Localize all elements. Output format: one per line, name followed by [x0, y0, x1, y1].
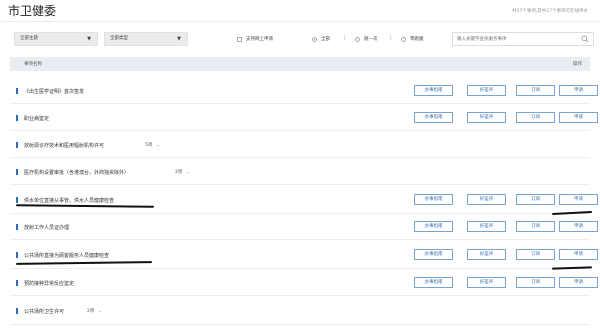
guide-button[interactable]: 办事指南: [414, 112, 453, 123]
table-row: 放射源诊疗技术和医用辐射机构许可 5项 ⌄: [10, 131, 590, 158]
type-select[interactable]: 全部类型 ▼: [104, 32, 188, 46]
table-row: 放射工作人员证办理 办事指南 好差评 订阅 申请: [10, 214, 598, 240]
online-apply-label: 支持网上申请: [246, 36, 273, 42]
theme-select-value: 全部主题: [20, 36, 38, 41]
table-row: 《出生医学证明》首次签发 办事指南 好差评 订阅 申请: [10, 77, 598, 104]
sub-item-count-toggle[interactable]: 2项 ⌄: [87, 307, 102, 316]
row-marker: [16, 308, 18, 314]
table-row: 医疗机构设置审批（含港澳台，外商独资除外） 2项 ⌄: [10, 158, 590, 185]
service-name[interactable]: 放射工作人员证办理: [24, 224, 69, 231]
column-header-name: 事项名称: [24, 62, 42, 67]
row-marker: [16, 169, 18, 175]
table-row: 供水单位直接从事管、供水人员健康检查 办事指南 好差评 订阅 申请: [10, 185, 598, 214]
page-header: 市卫健委 共27个事项,其中27个事项可在线申办: [0, 0, 600, 22]
sub-item-count: 5项: [145, 142, 153, 148]
row-marker: [16, 88, 18, 94]
divider: |: [344, 35, 346, 41]
radio-once[interactable]: [355, 37, 360, 42]
online-apply-checkbox[interactable]: [237, 37, 242, 42]
service-name[interactable]: 供水单位直接从事管、供水人员健康检查: [24, 197, 114, 204]
guide-button[interactable]: 办事指南: [414, 85, 453, 96]
column-header-action: 操作: [573, 62, 582, 67]
radio-all[interactable]: [312, 37, 317, 42]
rating-button[interactable]: 好差评: [467, 194, 506, 205]
apply-button[interactable]: 申请: [559, 194, 598, 205]
subscribe-button[interactable]: 订阅: [516, 85, 555, 96]
guide-button[interactable]: 办事指南: [414, 194, 453, 205]
apply-button[interactable]: 申请: [559, 277, 598, 288]
subscribe-button[interactable]: 订阅: [516, 249, 555, 260]
subscribe-button[interactable]: 订阅: [516, 194, 555, 205]
divider: |: [390, 35, 392, 41]
chevron-down-icon: ▼: [87, 36, 91, 42]
table-row: 公共场所直接为顾客服务人员健康检查 办事指南 好差评 订阅 申请: [10, 240, 598, 269]
radio-zero[interactable]: [401, 37, 406, 42]
apply-button[interactable]: 申请: [559, 221, 598, 232]
radio-once-label: 跑一次: [364, 36, 378, 42]
rating-button[interactable]: 好差评: [467, 249, 506, 260]
apply-button[interactable]: 申请: [559, 85, 598, 96]
search-box: [452, 32, 594, 46]
sub-item-count-toggle[interactable]: 5项 ⌄: [145, 141, 160, 150]
row-marker: [16, 197, 18, 203]
service-name[interactable]: 公共场所卫生许可: [24, 308, 64, 315]
sub-item-count: 2项: [87, 308, 95, 314]
subscribe-button[interactable]: 订阅: [516, 221, 555, 232]
rating-button[interactable]: 好差评: [467, 221, 506, 232]
service-name[interactable]: 预防接种异常反应鉴定: [24, 280, 74, 287]
item-count-text: 共27个事项,其中27个事项可在线申办: [512, 9, 588, 14]
radio-all-label: 全部: [321, 36, 330, 42]
service-name[interactable]: 职业病鉴定: [24, 115, 49, 122]
chevron-down-icon: ▼: [177, 36, 181, 42]
radio-zero-label: 零跑腿: [410, 36, 424, 42]
rating-button[interactable]: 好差评: [467, 277, 506, 288]
rating-button[interactable]: 好差评: [467, 112, 506, 123]
service-name[interactable]: 医疗机构设置审批（含港澳台，外商独资除外）: [24, 169, 129, 176]
apply-button[interactable]: 申请: [559, 112, 598, 123]
guide-button[interactable]: 办事指南: [414, 277, 453, 288]
type-select-value: 全部类型: [110, 36, 128, 41]
table-header: 事项名称 操作: [10, 57, 590, 71]
subscribe-button[interactable]: 订阅: [516, 112, 555, 123]
page-title: 市卫健委: [8, 4, 57, 18]
rating-button[interactable]: 好差评: [467, 85, 506, 96]
guide-button[interactable]: 办事指南: [414, 221, 453, 232]
subscribe-button[interactable]: 订阅: [516, 277, 555, 288]
sub-item-count: 2项: [175, 169, 183, 175]
chevron-down-icon: ⌄: [98, 308, 103, 314]
theme-select[interactable]: 全部主题 ▼: [14, 32, 98, 46]
table-row: 公共场所卫生许可 2项 ⌄: [10, 296, 590, 325]
service-name[interactable]: 公共场所直接为顾客服务人员健康检查: [24, 252, 109, 259]
chevron-down-icon: ⌄: [156, 142, 161, 148]
search-icon[interactable]: [581, 35, 589, 43]
row-marker: [16, 280, 18, 286]
guide-button[interactable]: 办事指南: [414, 249, 453, 260]
search-input[interactable]: [457, 35, 575, 44]
service-name[interactable]: 放射源诊疗技术和医用辐射机构许可: [24, 142, 104, 149]
row-marker: [16, 142, 18, 148]
chevron-down-icon: ⌄: [186, 169, 191, 175]
row-marker: [16, 115, 18, 121]
table-row: 职业病鉴定 办事指南 好差评 订阅 申请: [10, 104, 598, 131]
sub-item-count-toggle[interactable]: 2项 ⌄: [175, 168, 190, 177]
row-marker: [16, 252, 18, 258]
table-row: 预防接种异常反应鉴定 办事指南 好差评 订阅 申请: [10, 269, 598, 296]
row-marker: [16, 224, 18, 230]
service-name[interactable]: 《出生医学证明》首次签发: [24, 88, 84, 95]
apply-button[interactable]: 申请: [559, 249, 598, 260]
